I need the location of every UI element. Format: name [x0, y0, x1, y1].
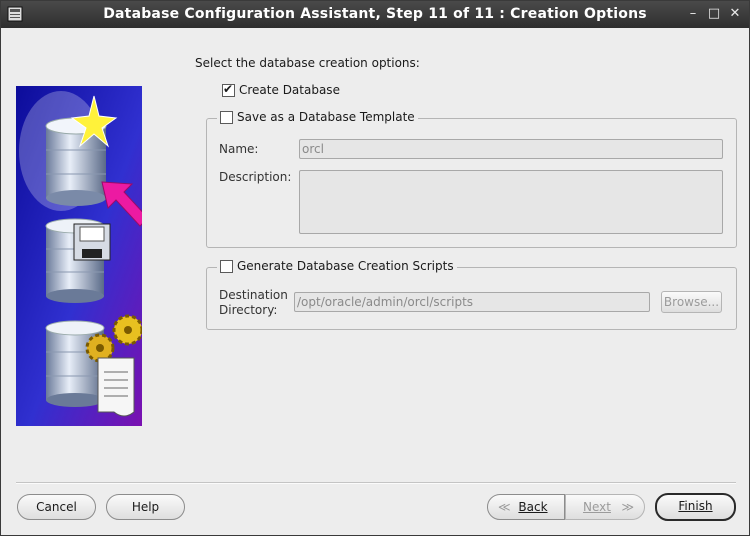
maximize-icon[interactable]: □ [705, 5, 723, 23]
minimize-icon[interactable]: – [684, 5, 702, 23]
browse-button[interactable]: Browse... [661, 291, 722, 313]
create-database-checkbox[interactable]: ✔ [222, 81, 235, 97]
dbca-window: Database Configuration Assistant, Step 1… [0, 0, 750, 536]
page-heading: Select the database creation options: [195, 56, 420, 70]
template-name-label: Name: [219, 142, 259, 156]
destination-directory-input[interactable]: /opt/oracle/admin/orcl/scripts [294, 292, 650, 312]
close-icon[interactable]: ✕ [726, 5, 744, 23]
template-description-textarea[interactable] [299, 170, 723, 234]
destination-directory-label: Destination Directory: [219, 288, 288, 317]
save-template-option[interactable]: Save as a Database Template [217, 110, 418, 124]
next-chevron-icon: ≫ [621, 500, 634, 514]
finish-button[interactable]: Finish [655, 493, 736, 521]
generate-scripts-option[interactable]: Generate Database Creation Scripts [217, 259, 457, 273]
create-database-option[interactable]: ✔ Create Database [222, 81, 340, 97]
generate-scripts-checkbox[interactable] [220, 259, 233, 273]
database-cylinder-script-icon [45, 320, 105, 407]
generate-scripts-label: Generate Database Creation Scripts [237, 259, 454, 273]
save-template-label: Save as a Database Template [237, 110, 415, 124]
sql-scroll-icon [97, 357, 135, 417]
dialog-content: Select the database creation options: ✔ … [1, 28, 749, 535]
back-button[interactable]: ≪ Back [487, 494, 565, 520]
help-button[interactable]: Help [106, 494, 185, 520]
database-cylinder-disk-icon [45, 218, 111, 303]
title-bar[interactable]: Database Configuration Assistant, Step 1… [1, 1, 749, 28]
save-template-checkbox[interactable] [220, 110, 233, 124]
next-button[interactable]: Next ≫ [565, 494, 645, 520]
create-database-label: Create Database [239, 83, 340, 97]
generate-scripts-group: Generate Database Creation Scripts Desti… [206, 259, 737, 330]
finish-label: Finish [678, 499, 713, 513]
template-name-input[interactable]: orcl [299, 139, 723, 159]
checkmark-icon: ✔ [223, 81, 234, 96]
back-chevron-icon: ≪ [498, 500, 511, 514]
next-label: Next [583, 500, 611, 514]
template-description-label: Description: [219, 170, 292, 184]
footer-separator [16, 482, 736, 484]
back-label: Back [518, 500, 548, 514]
creation-options-illustration [16, 86, 142, 426]
cancel-button[interactable]: Cancel [17, 494, 96, 520]
window-title: Database Configuration Assistant, Step 1… [103, 6, 647, 22]
save-template-group: Save as a Database Template Name: orcl D… [206, 110, 737, 248]
